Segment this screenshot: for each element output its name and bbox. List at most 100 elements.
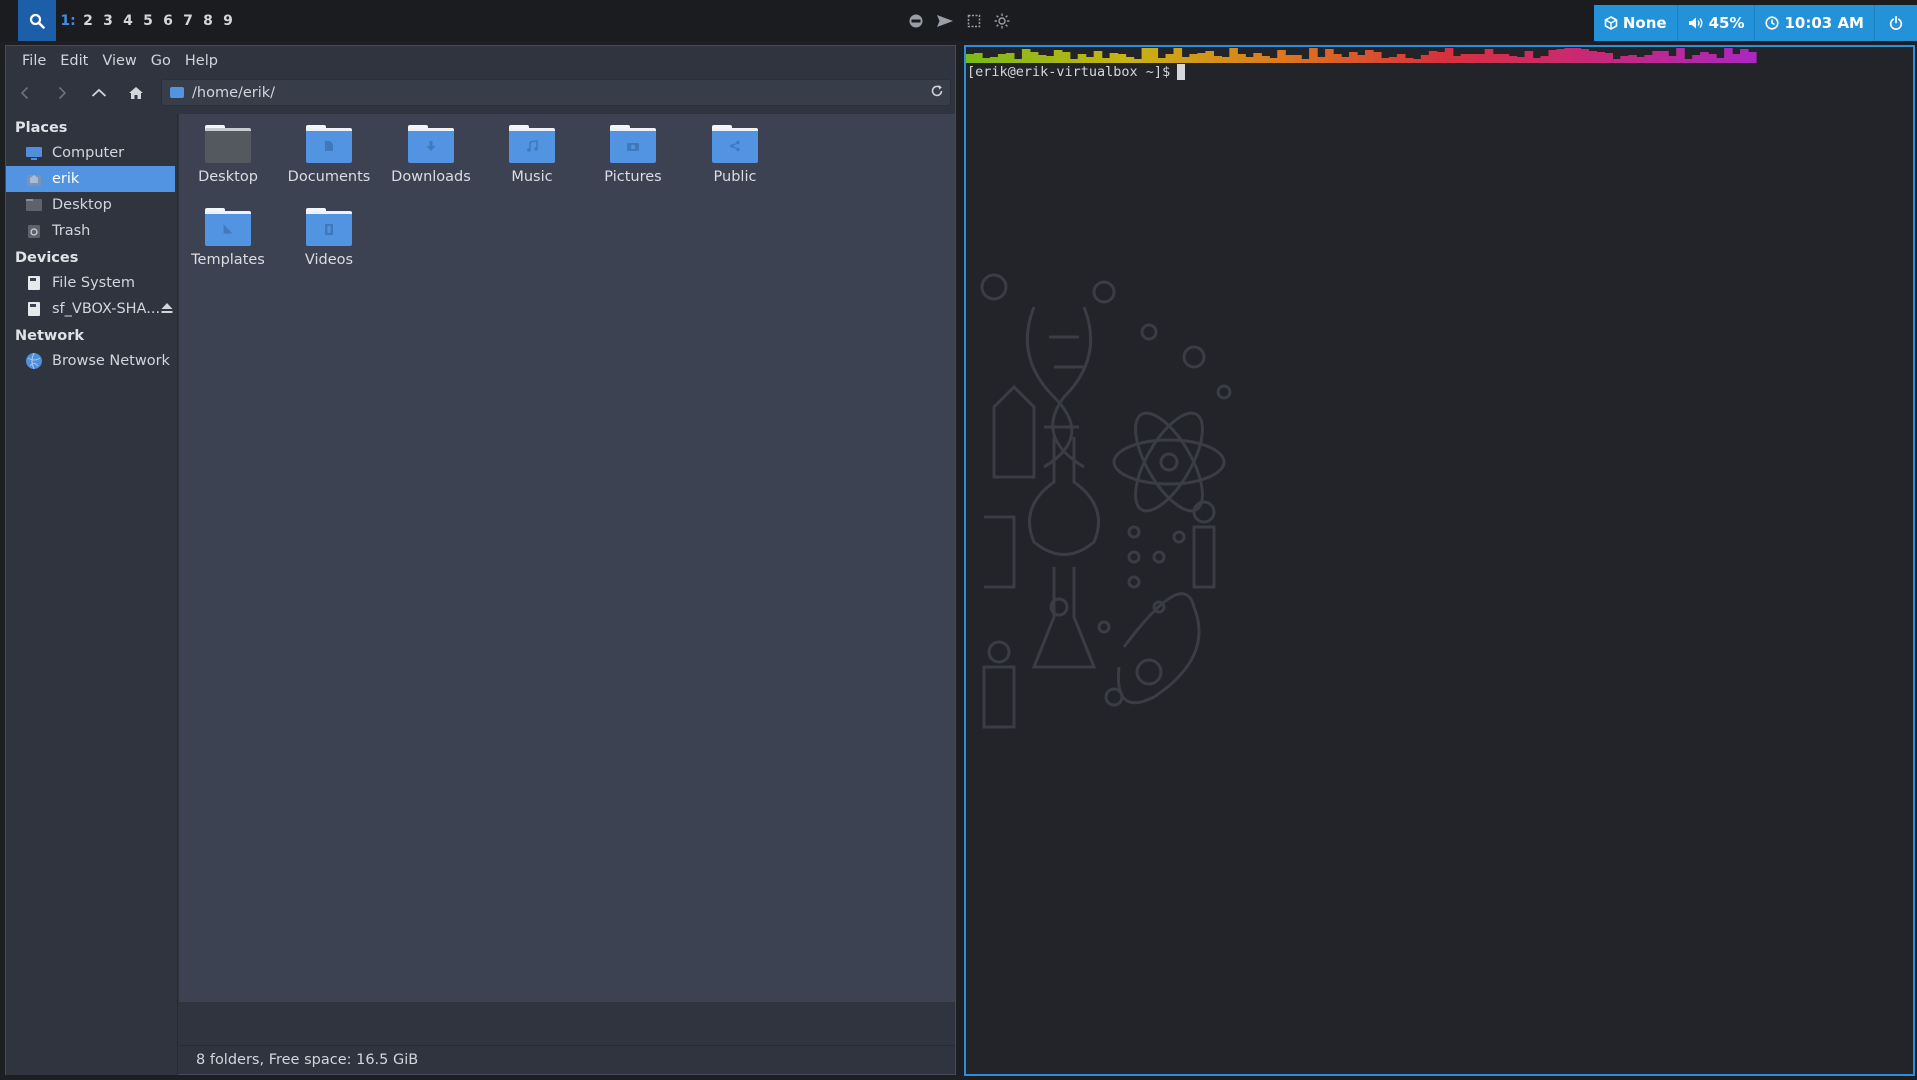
- visualizer-bar: [1684, 59, 1693, 63]
- workspace-2[interactable]: 2: [78, 13, 98, 29]
- visualizer-bar: [1708, 54, 1717, 63]
- sidebar-item-file-system[interactable]: File System: [6, 270, 177, 296]
- computer-icon: [25, 146, 42, 160]
- workspace-8[interactable]: 8: [198, 13, 218, 29]
- visualizer-bar: [1516, 57, 1526, 63]
- menu-view[interactable]: View: [95, 53, 143, 69]
- visualizer-bar: [1053, 50, 1063, 63]
- visualizer-bar: [1420, 55, 1430, 63]
- folder-label: Public: [713, 169, 757, 185]
- visualizer-bar: [1277, 50, 1286, 63]
- folder-icon: [170, 87, 184, 98]
- visualizer-bar: [1373, 52, 1382, 63]
- volume-icon: [1688, 17, 1703, 29]
- file-manager-window: File Edit View Go Help /home/erik/ Place: [5, 45, 956, 1075]
- sidebar-item-label: Computer: [52, 145, 125, 161]
- terminal-cursor: [1177, 64, 1186, 80]
- workspace-3[interactable]: 3: [98, 13, 118, 29]
- chevron-right-icon: [58, 86, 66, 100]
- section-network: Network: [15, 328, 85, 344]
- visualizer-bar: [1365, 50, 1374, 63]
- sidebar-item-desktop[interactable]: Desktop: [6, 192, 177, 218]
- menu-file[interactable]: File: [15, 53, 53, 69]
- visualizer-bar: [1125, 57, 1135, 63]
- visualizer-bar: [1037, 55, 1047, 63]
- search-button[interactable]: [18, 0, 56, 41]
- visualizer-bar: [1005, 53, 1015, 63]
- up-button[interactable]: [80, 78, 117, 108]
- visualizer-bar: [1540, 56, 1550, 63]
- location-bar[interactable]: /home/erik/: [161, 79, 951, 106]
- workspace-9[interactable]: 9: [218, 13, 238, 29]
- visualizer-bar: [1596, 52, 1605, 63]
- workspace-1[interactable]: 1:: [58, 13, 78, 29]
- back-button[interactable]: [6, 78, 43, 108]
- visualizer-bar: [1748, 52, 1757, 63]
- visualizer-bar: [1452, 56, 1462, 63]
- visualizer-bar: [1061, 52, 1071, 63]
- visualizer-bar: [1724, 48, 1733, 63]
- visualizer-bar: [1668, 56, 1677, 63]
- screenshot-icon[interactable]: [966, 13, 982, 29]
- visualizer-bar: [966, 54, 975, 63]
- visualizer-bar: [1412, 59, 1422, 63]
- menu-edit[interactable]: Edit: [53, 53, 95, 69]
- power-button[interactable]: [1875, 5, 1917, 41]
- menu-help[interactable]: Help: [178, 53, 225, 69]
- terminal-window[interactable]: [erik@erik-virtualbox ~]$: [964, 45, 1915, 1076]
- videos-folder-icon: [306, 208, 352, 246]
- sidebar-item-browse-network[interactable]: Browse Network: [6, 348, 177, 374]
- public-folder-icon: [712, 125, 758, 163]
- visualizer-bar: [1468, 54, 1478, 63]
- network-icon: [1604, 16, 1618, 30]
- workspace-7[interactable]: 7: [178, 13, 198, 29]
- visualizer-bar: [1396, 54, 1406, 63]
- sidebar-item-trash[interactable]: Trash: [6, 218, 177, 244]
- folder-videos[interactable]: Videos: [269, 208, 389, 268]
- vpn-icon[interactable]: [908, 13, 924, 29]
- sidebar-item-shared-folder[interactable]: sf_VBOX-SHA...: [6, 296, 177, 322]
- desktop-folder-icon: [25, 199, 42, 211]
- refresh-icon[interactable]: [930, 84, 944, 98]
- desktop-folder-icon: [205, 125, 251, 163]
- brightness-icon[interactable]: [994, 13, 1010, 29]
- eject-icon[interactable]: [160, 301, 174, 315]
- sidebar-item-computer[interactable]: Computer: [6, 140, 177, 166]
- workspace-5[interactable]: 5: [138, 13, 158, 29]
- toolbar: /home/erik/: [6, 76, 955, 110]
- sidebar-item-erik[interactable]: erik: [6, 166, 175, 192]
- visualizer-bar: [1077, 54, 1087, 63]
- network-label: None: [1622, 14, 1667, 32]
- visualizer-bar: [1732, 54, 1741, 63]
- side-pane: Places Computer erik Desktop Trash Devic…: [6, 114, 178, 1075]
- forward-button[interactable]: [43, 78, 80, 108]
- science-wallpaper-art: [980, 273, 1232, 729]
- menu-bar: File Edit View Go Help: [6, 46, 955, 76]
- send-icon[interactable]: [936, 13, 954, 29]
- visualizer-bar: [1197, 53, 1206, 63]
- workspace-6[interactable]: 6: [158, 13, 178, 29]
- visualizer-bar: [1165, 54, 1175, 63]
- templates-folder-icon: [205, 208, 251, 246]
- workspace-4[interactable]: 4: [118, 13, 138, 29]
- visualizer-bar: [1261, 56, 1270, 63]
- visualizer-bar: [1085, 57, 1095, 63]
- visualizer-bar: [1548, 50, 1558, 63]
- visualizer-bar: [1181, 57, 1191, 63]
- menu-go[interactable]: Go: [144, 53, 178, 69]
- visualizer-bar: [982, 58, 991, 63]
- clock-status[interactable]: 10:03 AM: [1755, 5, 1875, 41]
- visualizer-bar: [1428, 51, 1438, 63]
- visualizer-bar: [1524, 51, 1534, 63]
- network-status[interactable]: None: [1593, 5, 1678, 41]
- visualizer-bar: [1628, 55, 1637, 63]
- visualizer-bar: [1189, 54, 1198, 63]
- visualizer-bar: [1285, 55, 1294, 63]
- chevron-up-icon: [91, 88, 106, 97]
- visualizer-bar: [1388, 57, 1398, 63]
- volume-status[interactable]: 45%: [1677, 5, 1756, 41]
- visualizer-bar: [1245, 57, 1254, 63]
- folder-public[interactable]: Public: [675, 125, 795, 185]
- visualizer-bar: [989, 57, 999, 63]
- home-button[interactable]: [117, 78, 154, 108]
